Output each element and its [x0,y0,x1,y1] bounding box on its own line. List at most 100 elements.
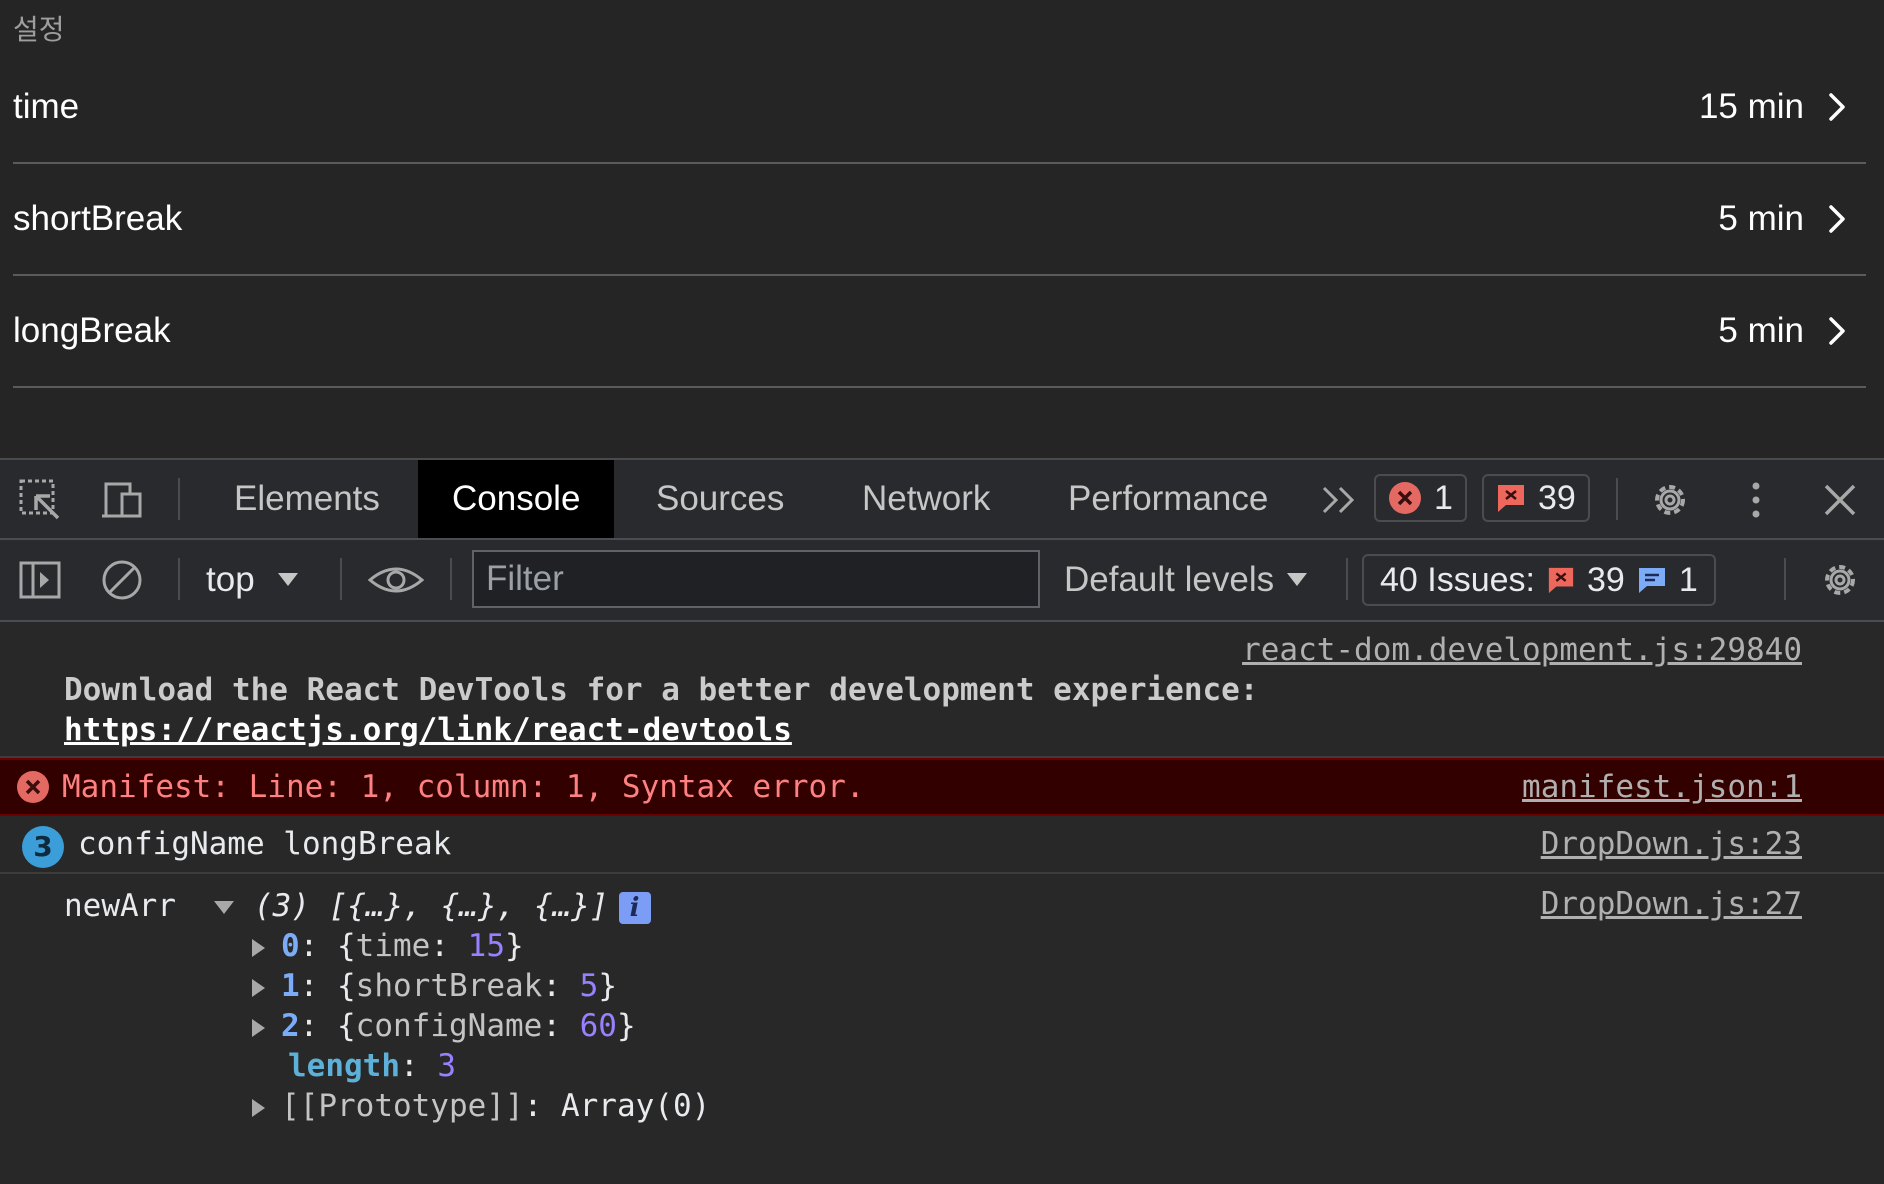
console-message-array: DropDown.js:27 newArr (3) [{…}, {…}, {…}… [0,876,1884,1184]
setting-value: 15 min [1698,87,1804,126]
error-icon [17,771,49,803]
chevron-right-icon [1829,205,1845,233]
message-body: Download the React DevTools for a better… [64,672,1259,708]
message-icon [1638,568,1665,593]
dropdown-arrow-icon [277,573,298,586]
array-length: length: 3 [288,1048,456,1084]
sidebar-toggle-icon[interactable] [18,558,62,602]
issues-button[interactable]: 40 Issues: 39 1 [1362,554,1716,606]
setting-label: shortBreak [13,199,183,238]
toolbar-divider [1346,558,1348,600]
prototype-key: [[Prototype]] [281,1088,524,1124]
inspect-element-icon[interactable] [18,478,62,522]
array-header[interactable]: newArr (3) [{…}, {…}, {…}] i [64,888,651,924]
item-key: shortBreak [355,968,543,1004]
error-count: 1 [1434,478,1453,517]
settings-gear-icon[interactable] [1648,478,1692,522]
console-settings-gear-icon[interactable] [1818,558,1862,602]
chevron-right-icon [1829,93,1845,121]
message-text: Download the React DevTools for a better… [64,670,1824,750]
toolbar-divider [178,558,180,600]
log-text: configName longBreak [78,826,452,862]
console-message-error: Manifest: Line: 1, column: 1, Syntax err… [0,758,1884,816]
devtools-tabbar: Elements Console Sources Network Perform… [0,460,1884,540]
collapsed-triangle-icon[interactable] [252,938,265,957]
toolbar-divider [178,478,180,520]
setting-row-longbreak[interactable]: longBreak 5 min [13,276,1866,388]
issues-warning-count: 39 [1586,560,1625,599]
array-item[interactable]: 0: {time: 15} [252,928,524,964]
array-label: newArr [64,888,176,924]
info-icon[interactable]: i [618,891,651,924]
dropdown-arrow-icon [1287,573,1308,586]
collapsed-triangle-icon[interactable] [252,978,265,997]
issue-flag-icon [1548,567,1574,594]
close-icon[interactable] [1818,478,1862,522]
toolbar-divider [450,558,452,600]
length-key: length [288,1048,400,1084]
page-title: 설정 [13,13,65,46]
warning-badge[interactable]: 39 [1482,474,1590,522]
console-message-info: react-dom.development.js:29840 Download … [0,622,1884,758]
expanded-triangle-icon[interactable] [213,900,235,916]
issue-flag-icon [1498,485,1524,512]
error-text: Manifest: Line: 1, column: 1, Syntax err… [62,769,865,805]
setting-row-time[interactable]: time 15 min [13,52,1866,164]
item-index: 0 [281,928,300,964]
log-levels-label: Default levels [1064,560,1275,599]
console-toolbar: top Default levels 40 Issues: 39 [0,540,1884,622]
toolbar-divider [1784,558,1786,600]
collapsed-triangle-icon[interactable] [252,1098,265,1117]
tab-sources[interactable]: Sources [622,460,818,538]
more-tabs-icon[interactable] [1318,478,1362,522]
live-expression-eye-icon[interactable] [368,558,424,602]
setting-label: longBreak [13,311,171,350]
devtools-link[interactable]: https://reactjs.org/link/react-devtools [64,712,792,748]
setting-label: time [13,87,80,126]
array-prototype[interactable]: [[Prototype]]: Array(0) [252,1088,710,1124]
issues-info-count: 1 [1678,560,1698,599]
warning-count: 39 [1538,478,1576,517]
context-value: top [206,560,255,599]
array-item[interactable]: 2: {configName: 60} [252,1008,636,1044]
filter-input[interactable] [474,552,1038,606]
device-toolbar-icon[interactable] [100,478,144,522]
setting-value: 5 min [1718,199,1804,238]
tab-console[interactable]: Console [418,460,615,538]
devtools-panel: Elements Console Sources Network Perform… [0,458,1884,1184]
array-item[interactable]: 1: {shortBreak: 5} [252,968,617,1004]
array-summary: (3) [{…}, {…}, {…}] [253,888,609,924]
chevron-right-icon [1829,317,1845,345]
setting-value: 5 min [1718,311,1804,350]
tab-elements[interactable]: Elements [200,460,414,538]
toolbar-divider [340,558,342,600]
setting-row-shortbreak[interactable]: shortBreak 5 min [13,164,1866,276]
source-link[interactable]: DropDown.js:27 [1541,886,1802,922]
source-link[interactable]: manifest.json:1 [1522,769,1802,805]
more-options-icon[interactable] [1734,478,1778,522]
issues-label: 40 Issues: [1380,560,1535,599]
item-key: configName [355,1008,543,1044]
tab-performance[interactable]: Performance [1034,460,1302,538]
clear-console-icon[interactable] [100,558,144,602]
tab-network[interactable]: Network [828,460,1024,538]
source-link[interactable]: react-dom.development.js:29840 [1242,632,1802,668]
settings-page: 설정 time 15 min shortBreak 5 min longBrea… [0,0,1884,458]
error-icon [1389,482,1421,514]
item-index: 1 [281,968,300,1004]
toolbar-divider [1616,478,1618,520]
console-output: react-dom.development.js:29840 Download … [0,622,1884,1184]
filter-field[interactable] [472,550,1040,608]
context-selector[interactable]: top [206,540,299,620]
source-link[interactable]: DropDown.js:23 [1541,826,1802,862]
item-value: 5 [579,968,599,1004]
prototype-value: Array(0) [560,1088,711,1124]
log-levels-dropdown[interactable]: Default levels [1064,540,1308,620]
repeat-count-badge: 3 [22,826,64,868]
item-value: 60 [579,1008,617,1044]
item-key: time [355,928,431,964]
item-value: 15 [467,928,505,964]
error-badge[interactable]: 1 [1374,474,1467,522]
collapsed-triangle-icon[interactable] [252,1018,265,1037]
console-message-log: 3 configName longBreak DropDown.js:23 [0,816,1884,874]
